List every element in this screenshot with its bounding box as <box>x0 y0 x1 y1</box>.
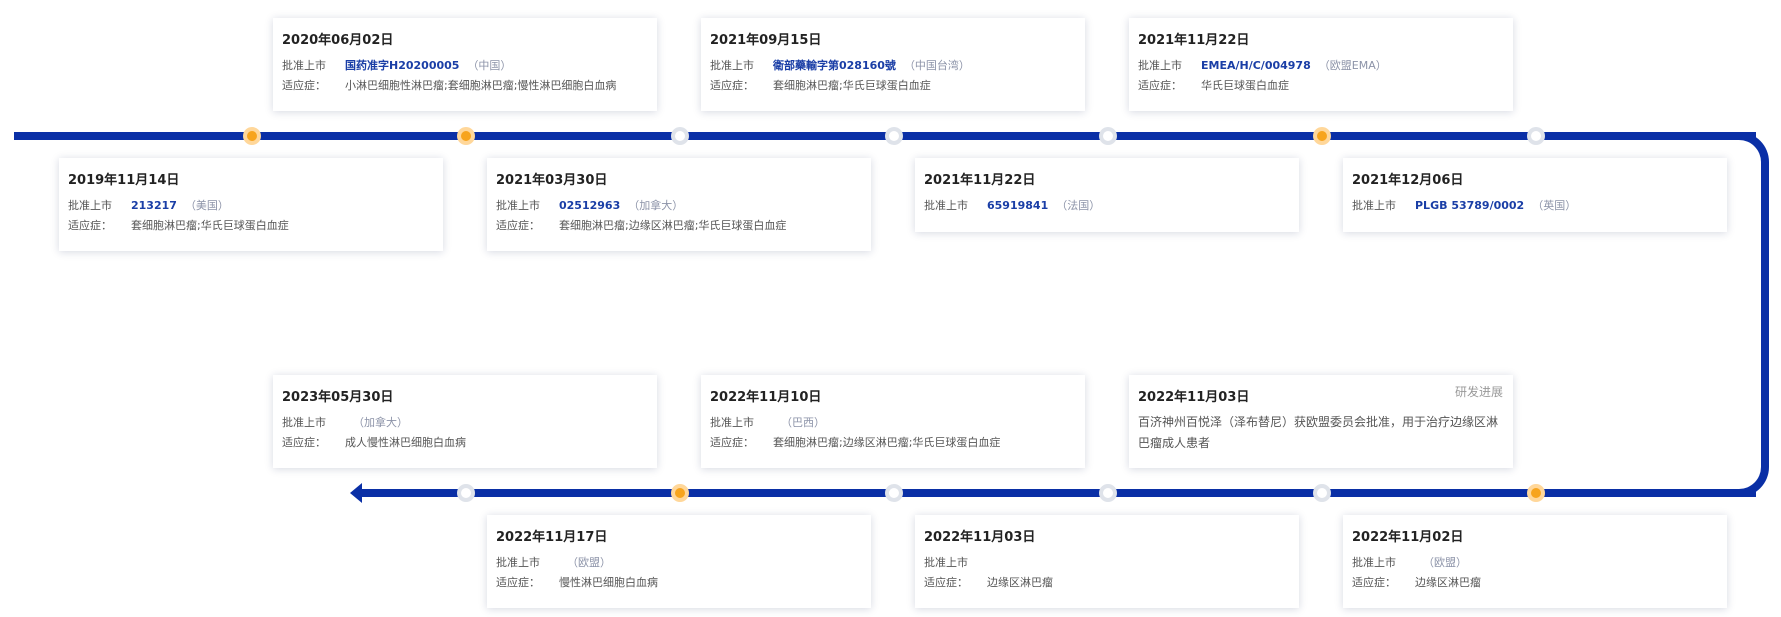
indication-text: 小淋巴细胞性淋巴瘤;套细胞淋巴瘤;慢性淋巴细胞白血病 <box>345 79 617 92</box>
approval-number-link[interactable]: 衛部藥輸字第028160號 <box>773 59 896 72</box>
country-label: （法国） <box>1056 199 1101 212</box>
country-label: （加拿大） <box>628 199 684 212</box>
indication-label: 适应症： <box>710 436 754 449</box>
country-label: （中国） <box>467 59 512 72</box>
timeline-node[interactable] <box>1099 484 1117 502</box>
timeline-track-bottom <box>360 489 1756 497</box>
timeline-node[interactable] <box>1313 127 1331 145</box>
approval-label: 批准上市 <box>1138 59 1182 72</box>
country-label: （加拿大） <box>353 416 408 429</box>
indication-label: 适应症： <box>496 219 540 232</box>
approval-number-link[interactable]: EMEA/H/C/004978 <box>1201 59 1311 72</box>
card-date: 2021年03月30日 <box>496 173 608 188</box>
indication-text: 慢性淋巴细胞白血病 <box>559 576 658 589</box>
timeline-card[interactable]: 2020年06月02日 批准上市 国药准字H20200005 （中国） 适应症： 小淋… <box>273 18 657 111</box>
approval-number-link[interactable]: PLGB 53789/0002 <box>1415 199 1524 212</box>
timeline-node[interactable] <box>671 127 689 145</box>
approval-number-link[interactable]: 国药准字H20200005 <box>345 59 459 72</box>
card-date: 2022年11月17日 <box>496 530 608 545</box>
card-date: 2022年11月02日 <box>1352 530 1464 545</box>
timeline-node[interactable] <box>1527 484 1545 502</box>
approval-label: 批准上市 <box>496 199 540 212</box>
approval-label: 批准上市 <box>924 556 968 569</box>
approval-label: 批准上市 <box>68 199 112 212</box>
research-description: 百济神州百悦泽（泽布替尼）获欧盟委员会批准，用于治疗边缘区淋巴瘤成人患者 <box>1138 415 1499 450</box>
timeline-track-curve <box>1739 132 1769 497</box>
indication-text: 华氏巨球蛋白血症 <box>1201 79 1289 92</box>
card-date: 2021年12月06日 <box>1352 173 1464 188</box>
indication-label: 适应症： <box>496 576 540 589</box>
timeline-card-research[interactable]: 2022年11月03日 研发进展 百济神州百悦泽（泽布替尼）获欧盟委员会批准，用… <box>1129 375 1513 468</box>
card-date: 2022年11月03日 <box>1138 390 1250 405</box>
indication-text: 成人慢性淋巴细胞白血病 <box>345 436 466 449</box>
indication-label: 适应症： <box>68 219 112 232</box>
timeline-card[interactable]: 2021年12月06日 批准上市 PLGB 53789/0002 （英国） <box>1343 158 1727 232</box>
indication-text: 套细胞淋巴瘤;边缘区淋巴瘤;华氏巨球蛋白血症 <box>773 436 1001 449</box>
timeline-card[interactable]: 2021年09月15日 批准上市 衛部藥輸字第028160號 （中国台湾） 适应症：… <box>701 18 1085 111</box>
indication-text: 套细胞淋巴瘤;边缘区淋巴瘤;华氏巨球蛋白血症 <box>559 219 787 232</box>
approval-label: 批准上市 <box>710 59 754 72</box>
timeline-card[interactable]: 2021年11月22日 批准上市 65919841 （法国） <box>915 158 1299 232</box>
country-label: （英国） <box>1532 199 1577 212</box>
country-label: （中国台湾） <box>903 59 970 72</box>
approval-number-link[interactable]: 65919841 <box>987 199 1048 212</box>
timeline-card[interactable]: 2021年03月30日 批准上市 02512963 （加拿大） 适应症： 套细胞淋巴瘤… <box>487 158 871 251</box>
timeline-node[interactable] <box>671 484 689 502</box>
timeline-card[interactable]: 2022年11月10日 批准上市 （巴西） 适应症： 套细胞淋巴瘤;边缘区淋巴瘤;华… <box>701 375 1085 468</box>
country-label: （欧盟） <box>1423 556 1467 569</box>
timeline-node[interactable] <box>1313 484 1331 502</box>
approval-label: 批准上市 <box>710 416 754 429</box>
card-date: 2023年05月30日 <box>282 390 394 405</box>
timeline-node[interactable] <box>885 484 903 502</box>
indication-text: 套细胞淋巴瘤;华氏巨球蛋白血症 <box>773 79 931 92</box>
approval-label: 批准上市 <box>282 416 326 429</box>
approval-number-link[interactable]: 213217 <box>131 199 177 212</box>
card-date: 2021年09月15日 <box>710 33 822 48</box>
card-date: 2022年11月10日 <box>710 390 822 405</box>
timeline-node[interactable] <box>1527 127 1545 145</box>
country-label: （欧盟） <box>567 556 611 569</box>
card-date: 2022年11月03日 <box>924 530 1036 545</box>
timeline-arrow-left-icon <box>350 483 362 503</box>
timeline-card[interactable]: 2019年11月14日 批准上市 213217 （美国） 适应症： 套细胞淋巴瘤;华氏… <box>59 158 443 251</box>
country-label: （巴西） <box>781 416 825 429</box>
indication-text: 套细胞淋巴瘤;华氏巨球蛋白血症 <box>131 219 289 232</box>
approval-label: 批准上市 <box>924 199 968 212</box>
indication-text: 边缘区淋巴瘤 <box>987 576 1053 589</box>
indication-label: 适应症： <box>1352 576 1396 589</box>
card-date: 2021年11月22日 <box>1138 33 1250 48</box>
indication-label: 适应症： <box>924 576 968 589</box>
timeline-card[interactable]: 2022年11月03日 批准上市 适应症： 边缘区淋巴瘤 <box>915 515 1299 608</box>
approval-label: 批准上市 <box>496 556 540 569</box>
timeline-card[interactable]: 2022年11月02日 批准上市 （欧盟） 适应症： 边缘区淋巴瘤 <box>1343 515 1727 608</box>
timeline-card[interactable]: 2023年05月30日 批准上市 （加拿大） 适应症： 成人慢性淋巴细胞白血病 <box>273 375 657 468</box>
approval-label: 批准上市 <box>1352 199 1396 212</box>
indication-label: 适应症： <box>282 79 326 92</box>
card-date: 2019年11月14日 <box>68 173 180 188</box>
timeline-card[interactable]: 2022年11月17日 批准上市 （欧盟） 适应症： 慢性淋巴细胞白血病 <box>487 515 871 608</box>
card-date: 2020年06月02日 <box>282 33 394 48</box>
timeline-node[interactable] <box>457 484 475 502</box>
timeline-node[interactable] <box>1099 127 1117 145</box>
timeline-card[interactable]: 2021年11月22日 批准上市 EMEA/H/C/004978 （欧盟EMA） 适… <box>1129 18 1513 111</box>
indication-label: 适应症： <box>710 79 754 92</box>
approval-label: 批准上市 <box>282 59 326 72</box>
approval-label: 批准上市 <box>1352 556 1396 569</box>
timeline-node[interactable] <box>885 127 903 145</box>
country-label: （美国） <box>184 199 229 212</box>
indication-label: 适应症： <box>282 436 326 449</box>
country-label: （欧盟EMA） <box>1318 59 1387 72</box>
approval-number-link[interactable]: 02512963 <box>559 199 620 212</box>
indication-text: 边缘区淋巴瘤 <box>1415 576 1481 589</box>
card-date: 2021年11月22日 <box>924 173 1036 188</box>
research-progress-tag: 研发进展 <box>1454 385 1503 399</box>
timeline-node[interactable] <box>457 127 475 145</box>
timeline-node[interactable] <box>243 127 261 145</box>
indication-label: 适应症： <box>1138 79 1182 92</box>
